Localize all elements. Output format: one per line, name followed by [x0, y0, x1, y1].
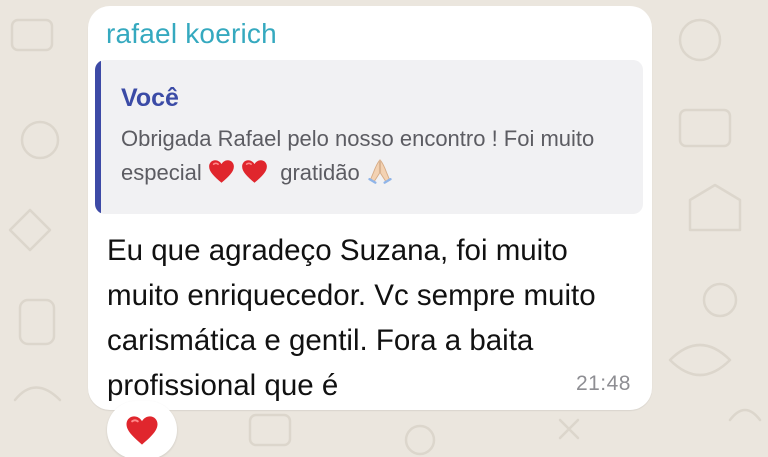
sender-name[interactable]: rafael koerich	[106, 18, 277, 50]
quoted-author: Você	[121, 84, 179, 112]
red-heart-emoji-icon	[208, 160, 234, 183]
quoted-message[interactable]: Você Obrigada Rafael pelo nosso encontro…	[95, 60, 643, 214]
reaction-badge[interactable]	[107, 401, 177, 457]
red-heart-emoji-icon	[126, 415, 158, 445]
message-bubble[interactable]: rafael koerich Você Obrigada Rafael pelo…	[88, 6, 652, 410]
red-heart-emoji-icon	[242, 160, 267, 183]
quoted-text: Obrigada Rafael pelo nosso encontro ! Fo…	[121, 122, 631, 190]
quoted-text-part2: gratidão	[280, 160, 360, 185]
message-text: Eu que agradeço Suzana, foi muito muito …	[107, 234, 596, 402]
folded-hands-emoji-icon	[368, 159, 392, 184]
message-timestamp: 21:48	[575, 372, 631, 395]
quote-accent-bar	[95, 60, 101, 214]
